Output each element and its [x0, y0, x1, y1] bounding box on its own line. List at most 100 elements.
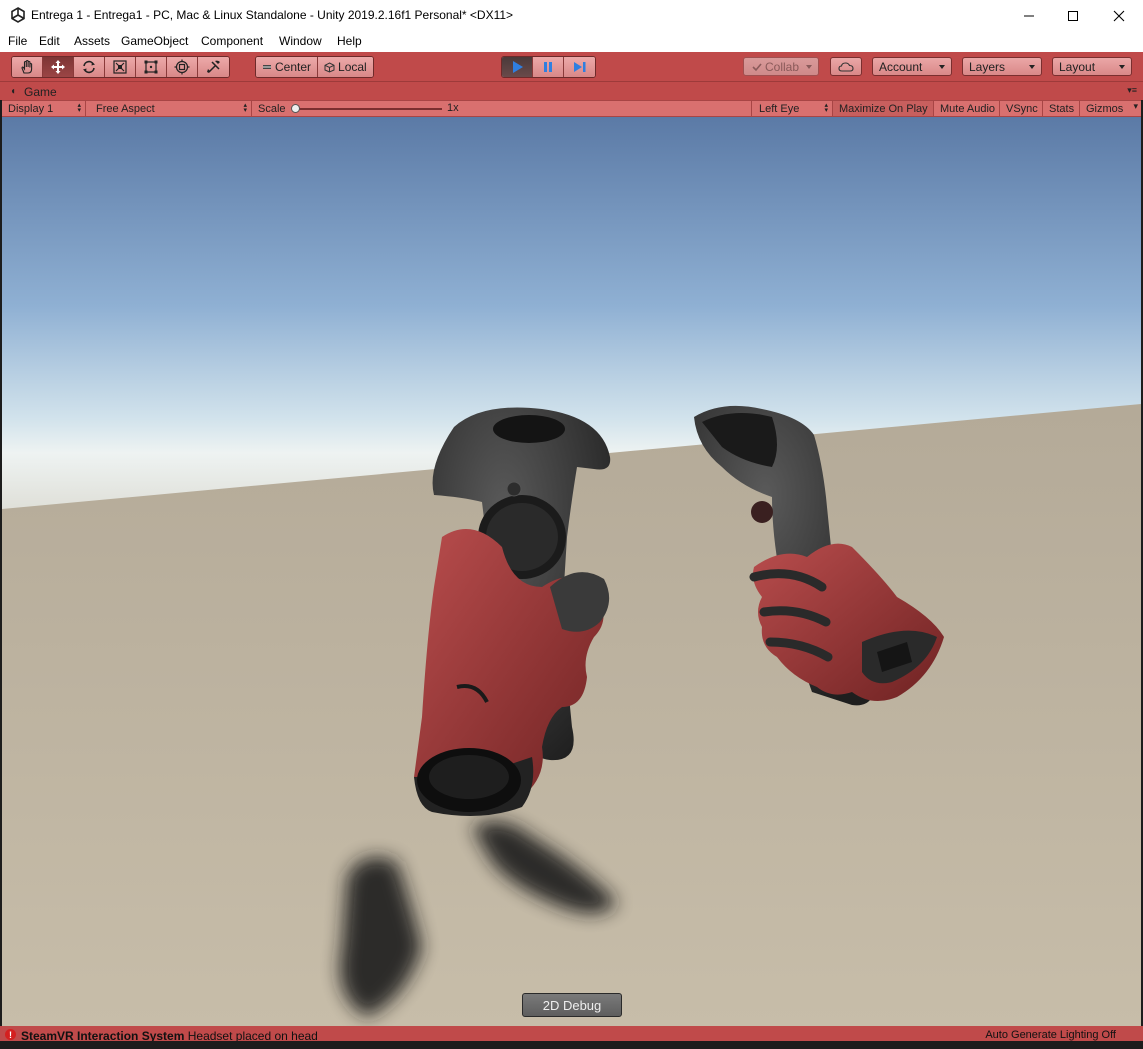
transform-tool-button[interactable]	[167, 57, 198, 77]
pivot-toggles: Center Local	[255, 56, 374, 78]
rect-tool-icon	[144, 60, 158, 74]
vsync-toggle[interactable]: VSync	[1000, 101, 1043, 116]
minimize-icon	[1024, 15, 1034, 16]
maximize-label: Maximize On Play	[839, 102, 928, 115]
menu-window[interactable]: Window	[279, 34, 322, 48]
custom-tool-button[interactable]	[198, 57, 229, 77]
console-text: Headset placed on head	[187, 1029, 318, 1041]
account-label: Account	[879, 59, 923, 74]
mute-label: Mute Audio	[940, 102, 996, 115]
menu-file[interactable]: File	[8, 34, 27, 48]
unity-logo-icon	[11, 7, 25, 23]
display-label: Display 1	[8, 102, 54, 115]
layers-dropdown[interactable]: Layers	[962, 57, 1042, 76]
cube-icon	[324, 61, 335, 73]
updown-arrows-icon: ▴ ▾	[77, 102, 81, 114]
pivot-center-button[interactable]: Center	[256, 57, 319, 77]
rotate-tool-button[interactable]	[74, 57, 105, 77]
chevron-down-icon	[1119, 65, 1125, 69]
move-tool-button[interactable]	[43, 57, 74, 77]
maximize-on-play-toggle[interactable]: Maximize On Play	[833, 101, 934, 116]
gizmos-toggle[interactable]: Gizmos ▾	[1080, 101, 1141, 116]
scale-label: Scale	[258, 102, 286, 115]
debug-2d-button[interactable]: 2D Debug	[522, 993, 622, 1017]
menu-component[interactable]: Component	[201, 34, 263, 48]
title-bar: Entrega 1 - Entrega1 - PC, Mac & Linux S…	[0, 0, 1143, 31]
transform-tools	[11, 56, 230, 78]
scale-tool-button[interactable]	[105, 57, 136, 77]
pivot-local-button[interactable]: Local	[318, 57, 373, 77]
updown-arrows-icon: ▴ ▾	[824, 102, 828, 114]
display-select[interactable]: Display 1 ▴ ▾	[2, 101, 86, 116]
cloud-icon	[838, 62, 854, 72]
console-source: SteamVR Interaction System	[21, 1029, 185, 1041]
layout-label: Layout	[1059, 59, 1096, 74]
chevron-down-icon	[939, 65, 945, 69]
menu-gameobject[interactable]: GameObject	[121, 34, 188, 48]
rect-tool-button[interactable]	[136, 57, 167, 77]
game-viewport[interactable]: 2D Debug	[2, 117, 1141, 1026]
main-toolbar: Center Local Collab Account Layers Layou…	[0, 52, 1143, 82]
game-view-bar: Display 1 ▴ ▾ Free Aspect ▴ ▾ Scale 1x Lef…	[2, 100, 1141, 117]
check-icon	[752, 62, 762, 71]
gizmos-label: Gizmos	[1086, 102, 1124, 115]
scale-tool-icon	[113, 60, 127, 74]
tab-game[interactable]: Game	[24, 85, 57, 99]
updown-arrows-icon: ▴ ▾	[243, 102, 247, 114]
close-icon	[1113, 10, 1125, 21]
status-bar: ! SteamVR Interaction System Headset pla…	[0, 1026, 1143, 1041]
stats-toggle[interactable]: Stats	[1043, 101, 1080, 116]
chevron-down-icon: ▾	[1133, 101, 1138, 111]
scene-render	[2, 117, 1141, 1026]
menu-assets[interactable]: Assets	[74, 34, 110, 48]
transform-tool-icon	[174, 59, 190, 75]
step-icon	[573, 62, 585, 72]
lighting-status: Auto Generate Lighting Off	[985, 1029, 1116, 1041]
chevron-down-icon	[806, 65, 812, 69]
menu-bar: File Edit Assets GameObject Component Wi…	[0, 31, 1143, 52]
account-dropdown[interactable]: Account	[872, 57, 952, 76]
cloud-button[interactable]	[830, 57, 862, 76]
collab-label: Collab	[765, 59, 800, 74]
minimize-button[interactable]	[1006, 0, 1052, 31]
pivot-center-label: Center	[275, 60, 312, 74]
layout-dropdown[interactable]: Layout	[1052, 57, 1132, 76]
rotate-tool-icon	[83, 60, 95, 74]
menu-edit[interactable]: Edit	[39, 34, 60, 48]
error-icon: !	[5, 1029, 16, 1040]
window-bottom-edge	[0, 1041, 1143, 1049]
window-title: Entrega 1 - Entrega1 - PC, Mac & Linux S…	[31, 8, 514, 22]
layers-label: Layers	[969, 59, 1006, 74]
chevron-down-icon	[1029, 65, 1035, 69]
vsync-label: VSync	[1006, 102, 1038, 115]
custom-tool-icon	[206, 60, 220, 73]
maximize-button[interactable]	[1050, 0, 1096, 31]
pause-icon	[544, 62, 552, 72]
scale-slider-handle[interactable]	[291, 104, 300, 113]
close-button[interactable]	[1096, 0, 1142, 31]
hand-tool-icon	[21, 59, 33, 74]
play-button[interactable]	[502, 57, 533, 77]
playback-controls	[501, 56, 596, 78]
step-button[interactable]	[564, 57, 595, 77]
scale-slider-track[interactable]	[294, 108, 442, 110]
pause-button[interactable]	[533, 57, 564, 77]
play-icon	[513, 61, 523, 73]
stats-label: Stats	[1049, 102, 1075, 115]
aspect-label: Free Aspect	[96, 102, 155, 115]
eye-select[interactable]: Left Eye ▴ ▾	[753, 101, 833, 116]
mute-audio-toggle[interactable]: Mute Audio	[934, 101, 1000, 116]
scale-value: 1x	[447, 102, 459, 114]
game-tab-row: ◖ Game ▾≡	[0, 82, 1143, 100]
console-message[interactable]: SteamVR Interaction System Headset place…	[21, 1029, 318, 1041]
pacman-icon: ◖	[10, 86, 17, 97]
collab-dropdown[interactable]: Collab	[743, 57, 819, 76]
pivot-local-label: Local	[338, 60, 367, 74]
panel-menu-icon[interactable]: ▾≡	[1127, 85, 1137, 96]
hand-tool-button[interactable]	[12, 57, 43, 77]
move-tool-icon	[51, 60, 65, 74]
menu-help[interactable]: Help	[337, 34, 362, 48]
maximize-icon	[1068, 10, 1078, 21]
aspect-select[interactable]: Free Aspect ▴ ▾	[90, 101, 252, 116]
eye-label: Left Eye	[759, 102, 800, 115]
